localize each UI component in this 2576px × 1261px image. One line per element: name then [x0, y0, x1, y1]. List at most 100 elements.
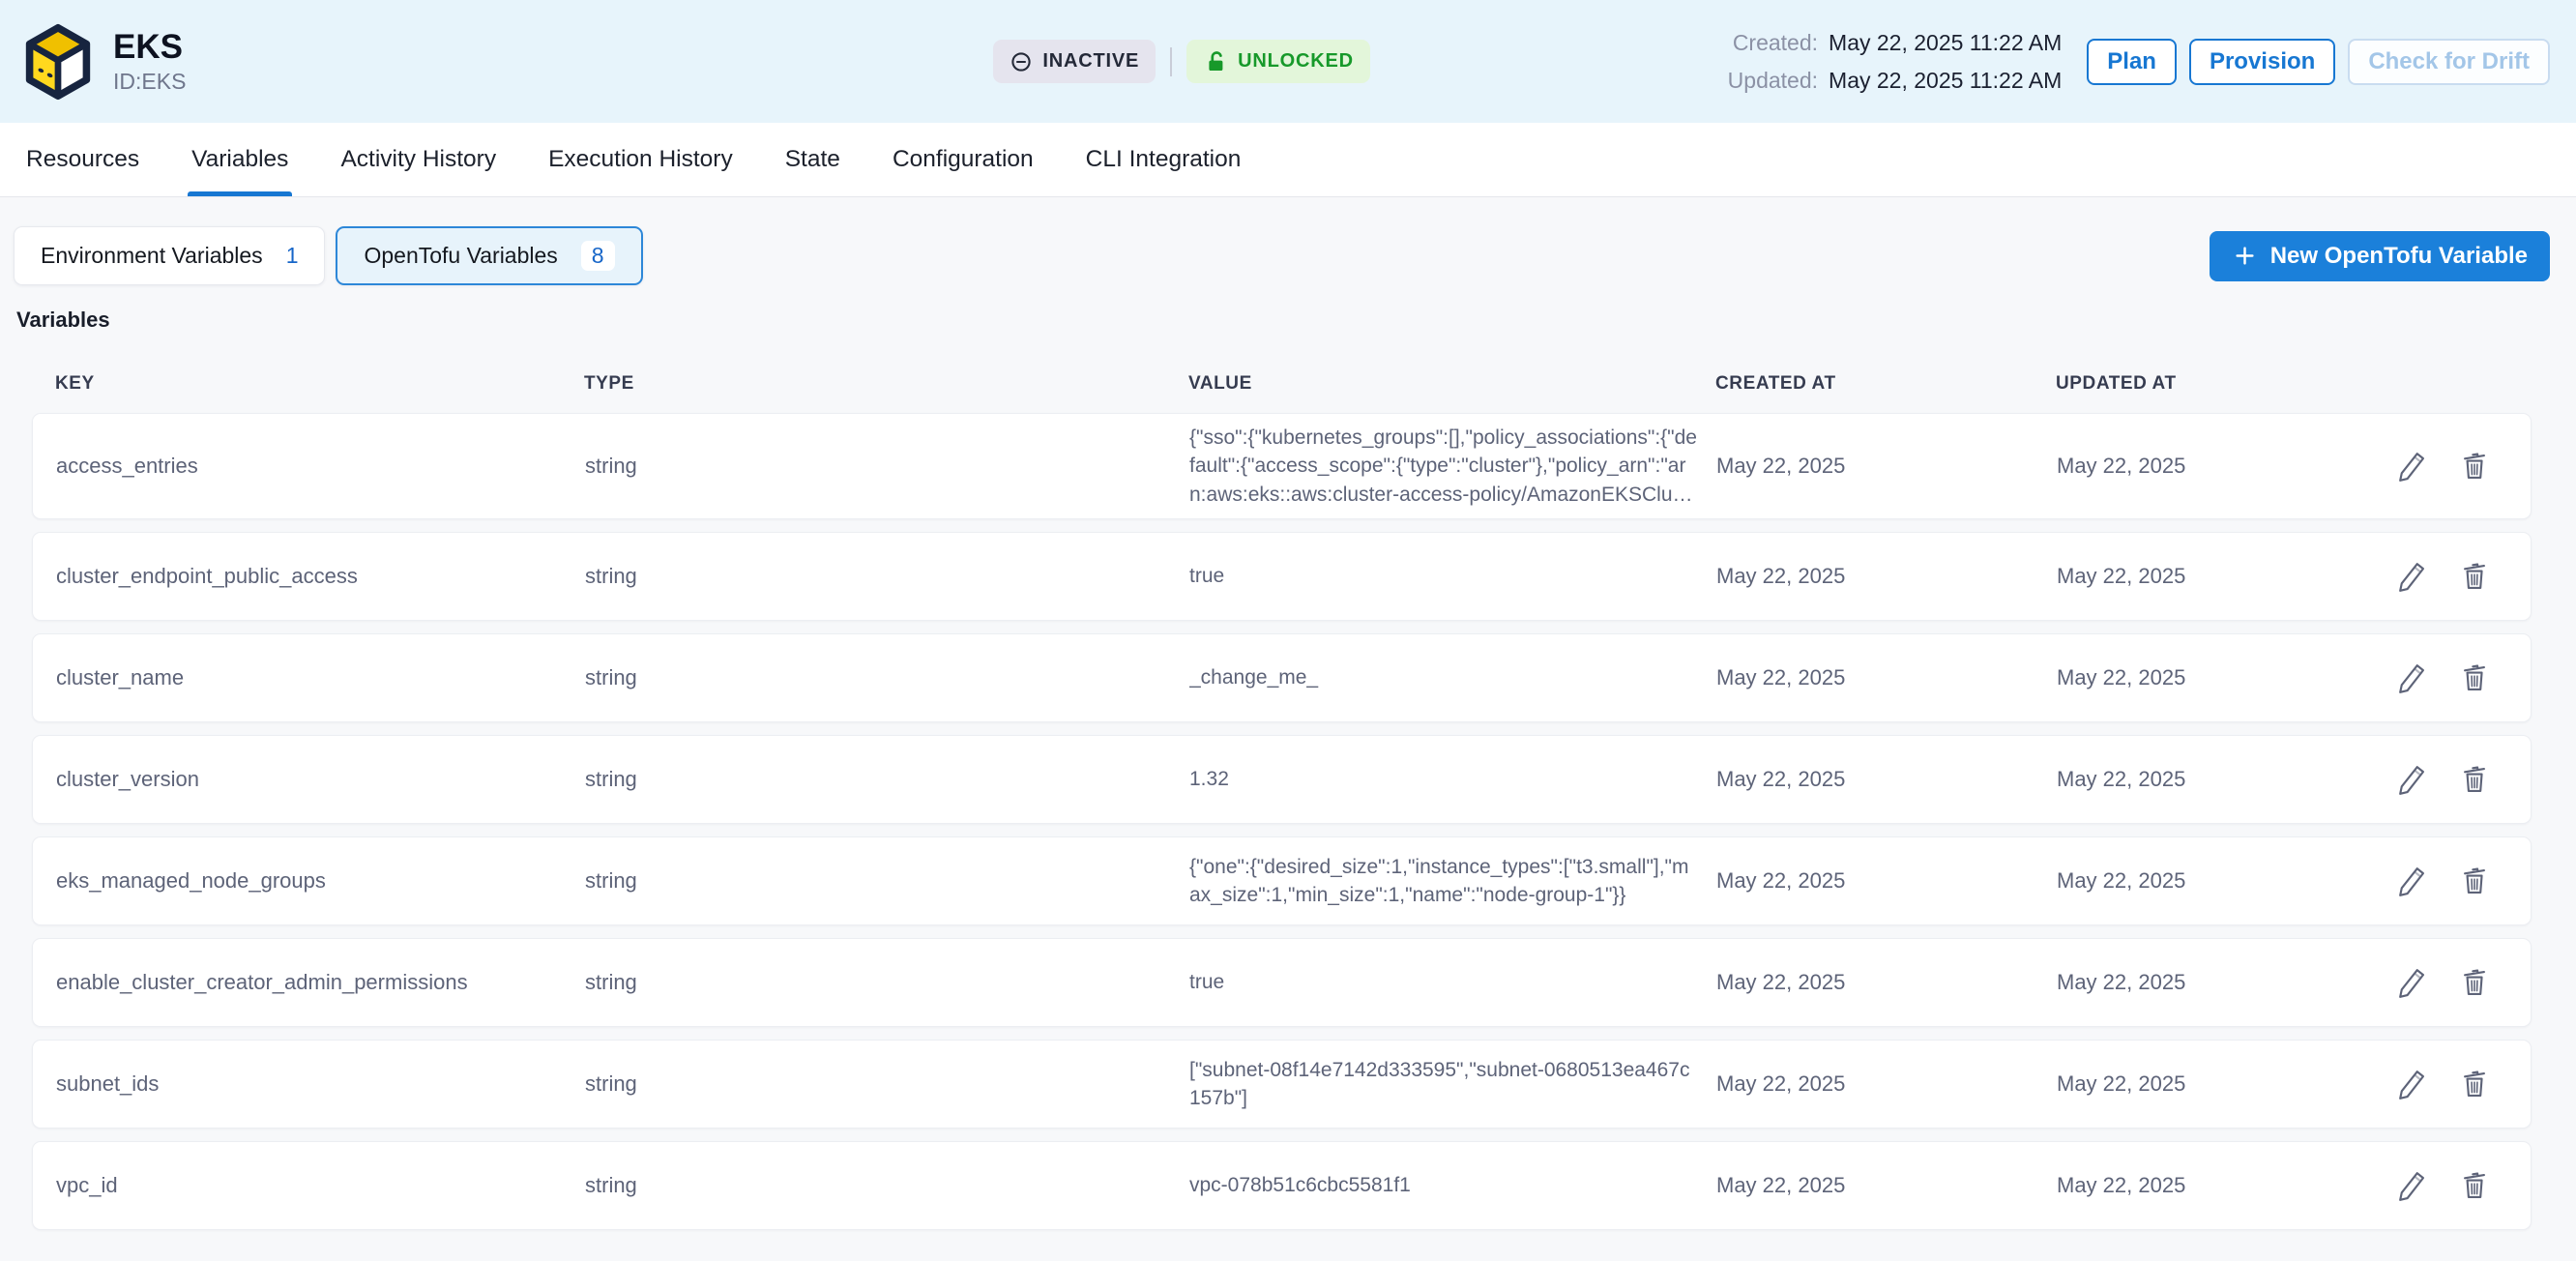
cell-created-at: May 22, 2025	[1716, 454, 2057, 479]
updated-label: Updated:	[1728, 68, 1818, 94]
table-row: access_entriesstring{"sso":{"kubernetes_…	[32, 413, 2532, 519]
cell-value: _change_me_	[1189, 663, 1716, 691]
edit-pencil-icon[interactable]	[2393, 449, 2428, 484]
cell-created-at: May 22, 2025	[1716, 1173, 2057, 1198]
column-header-key: KEY	[55, 373, 584, 395]
column-header-created-at: CREATED AT	[1715, 373, 2056, 395]
edit-pencil-icon[interactable]	[2393, 762, 2428, 797]
table-row: enable_cluster_creator_admin_permissions…	[32, 938, 2532, 1027]
cell-type: string	[585, 1071, 1189, 1097]
cell-key: cluster_name	[56, 665, 585, 690]
cell-updated-at: May 22, 2025	[2057, 564, 2381, 589]
cell-value: true	[1189, 968, 1716, 996]
cell-created-at: May 22, 2025	[1716, 665, 2057, 690]
delete-trash-icon[interactable]	[2457, 1067, 2492, 1101]
row-actions	[2381, 864, 2492, 898]
toggle-label: OpenTofu Variables	[364, 243, 557, 269]
updated-value: May 22, 2025 11:22 AM	[1829, 68, 2062, 94]
created-label: Created:	[1728, 30, 1818, 56]
edit-pencil-icon[interactable]	[2393, 1067, 2428, 1101]
cell-updated-at: May 22, 2025	[2057, 1173, 2381, 1198]
plus-icon	[2232, 243, 2258, 269]
lock-status-label: UNLOCKED	[1238, 50, 1354, 73]
cell-value: vpc-078b51c6cbc5581f1	[1189, 1171, 1716, 1199]
row-actions	[2381, 449, 2492, 484]
edit-pencil-icon[interactable]	[2393, 559, 2428, 594]
cell-created-at: May 22, 2025	[1716, 767, 2057, 792]
row-actions	[2381, 762, 2492, 797]
delete-trash-icon[interactable]	[2457, 449, 2492, 484]
edit-pencil-icon[interactable]	[2393, 1168, 2428, 1203]
edit-pencil-icon[interactable]	[2393, 965, 2428, 1000]
cell-value: {"sso":{"kubernetes_groups":[],"policy_a…	[1189, 424, 1716, 509]
cell-key: access_entries	[56, 454, 585, 479]
environment-id: ID:EKS	[113, 69, 186, 95]
delete-trash-icon[interactable]	[2457, 1168, 2492, 1203]
opentofu-logo-icon	[17, 21, 99, 103]
variables-table: KEY TYPE VALUE CREATED AT UPDATED AT acc…	[32, 373, 2532, 1230]
tab-cli-integration[interactable]: CLI Integration	[1060, 123, 1268, 196]
delete-trash-icon[interactable]	[2457, 660, 2492, 695]
variables-toolbar: Environment Variables 1 OpenTofu Variables…	[14, 226, 2550, 285]
status-badge-inactive: INACTIVE	[993, 40, 1156, 83]
column-header-type: TYPE	[584, 373, 1188, 395]
row-actions	[2381, 660, 2492, 695]
cell-type: string	[585, 564, 1189, 589]
tab-variables[interactable]: Variables	[165, 123, 314, 196]
badge-divider	[1170, 47, 1172, 76]
edit-pencil-icon[interactable]	[2393, 660, 2428, 695]
created-value: May 22, 2025 11:22 AM	[1829, 30, 2062, 56]
edit-pencil-icon[interactable]	[2393, 864, 2428, 898]
check-for-drift-button[interactable]: Check for Drift	[2348, 39, 2550, 85]
main-tabbar: ResourcesVariablesActivity HistoryExecut…	[0, 123, 2576, 197]
cell-type: string	[585, 767, 1189, 792]
plan-button[interactable]: Plan	[2087, 39, 2177, 85]
toggle-count-badge: 8	[581, 241, 615, 271]
table-row: eks_managed_node_groupsstring{"one":{"de…	[32, 836, 2532, 925]
new-opentofu-variable-button[interactable]: New OpenTofu Variable	[2210, 231, 2550, 281]
unlock-icon	[1203, 49, 1228, 74]
column-header-value: VALUE	[1188, 373, 1715, 395]
page-title: EKS	[113, 28, 186, 66]
cell-value: ["subnet-08f14e7142d333595","subnet-0680…	[1189, 1056, 1716, 1113]
cell-type: string	[585, 665, 1189, 690]
table-row: cluster_versionstring1.32May 22, 2025May…	[32, 735, 2532, 824]
delete-trash-icon[interactable]	[2457, 965, 2492, 1000]
cell-key: eks_managed_node_groups	[56, 868, 585, 894]
toggle-label: Environment Variables	[41, 243, 263, 269]
tab-activity-history[interactable]: Activity History	[314, 123, 522, 196]
cell-key: cluster_version	[56, 767, 585, 792]
cell-type: string	[585, 454, 1189, 479]
tab-execution-history[interactable]: Execution History	[522, 123, 759, 196]
delete-trash-icon[interactable]	[2457, 762, 2492, 797]
table-header-row: KEY TYPE VALUE CREATED AT UPDATED AT	[32, 373, 2532, 395]
table-row: cluster_namestring_change_me_May 22, 202…	[32, 633, 2532, 722]
variable-type-toggles: Environment Variables 1 OpenTofu Variables…	[14, 226, 643, 285]
delete-trash-icon[interactable]	[2457, 559, 2492, 594]
tab-resources[interactable]: Resources	[0, 123, 165, 196]
cell-updated-at: May 22, 2025	[2057, 1071, 2381, 1097]
cell-type: string	[585, 970, 1189, 995]
tab-state[interactable]: State	[759, 123, 866, 196]
cell-updated-at: May 22, 2025	[2057, 767, 2381, 792]
cell-type: string	[585, 868, 1189, 894]
cell-created-at: May 22, 2025	[1716, 564, 2057, 589]
circle-minus-icon	[1010, 50, 1033, 73]
toggle-environment-variables[interactable]: Environment Variables 1	[14, 226, 325, 285]
delete-trash-icon[interactable]	[2457, 864, 2492, 898]
lock-status-badge: UNLOCKED	[1186, 40, 1370, 83]
provision-button[interactable]: Provision	[2189, 39, 2335, 85]
cell-updated-at: May 22, 2025	[2057, 454, 2381, 479]
cell-updated-at: May 22, 2025	[2057, 665, 2381, 690]
cell-created-at: May 22, 2025	[1716, 1071, 2057, 1097]
row-actions	[2381, 1168, 2492, 1203]
status-badges: INACTIVE UNLOCKED	[993, 40, 1369, 83]
toggle-opentofu-variables[interactable]: OpenTofu Variables 8	[336, 226, 642, 285]
row-actions	[2381, 559, 2492, 594]
toggle-count-badge: 1	[286, 243, 299, 269]
row-actions	[2381, 1067, 2492, 1101]
new-variable-label: New OpenTofu Variable	[2270, 243, 2528, 270]
cell-type: string	[585, 1173, 1189, 1198]
table-row: vpc_idstringvpc-078b51c6cbc5581f1May 22,…	[32, 1141, 2532, 1230]
tab-configuration[interactable]: Configuration	[866, 123, 1060, 196]
